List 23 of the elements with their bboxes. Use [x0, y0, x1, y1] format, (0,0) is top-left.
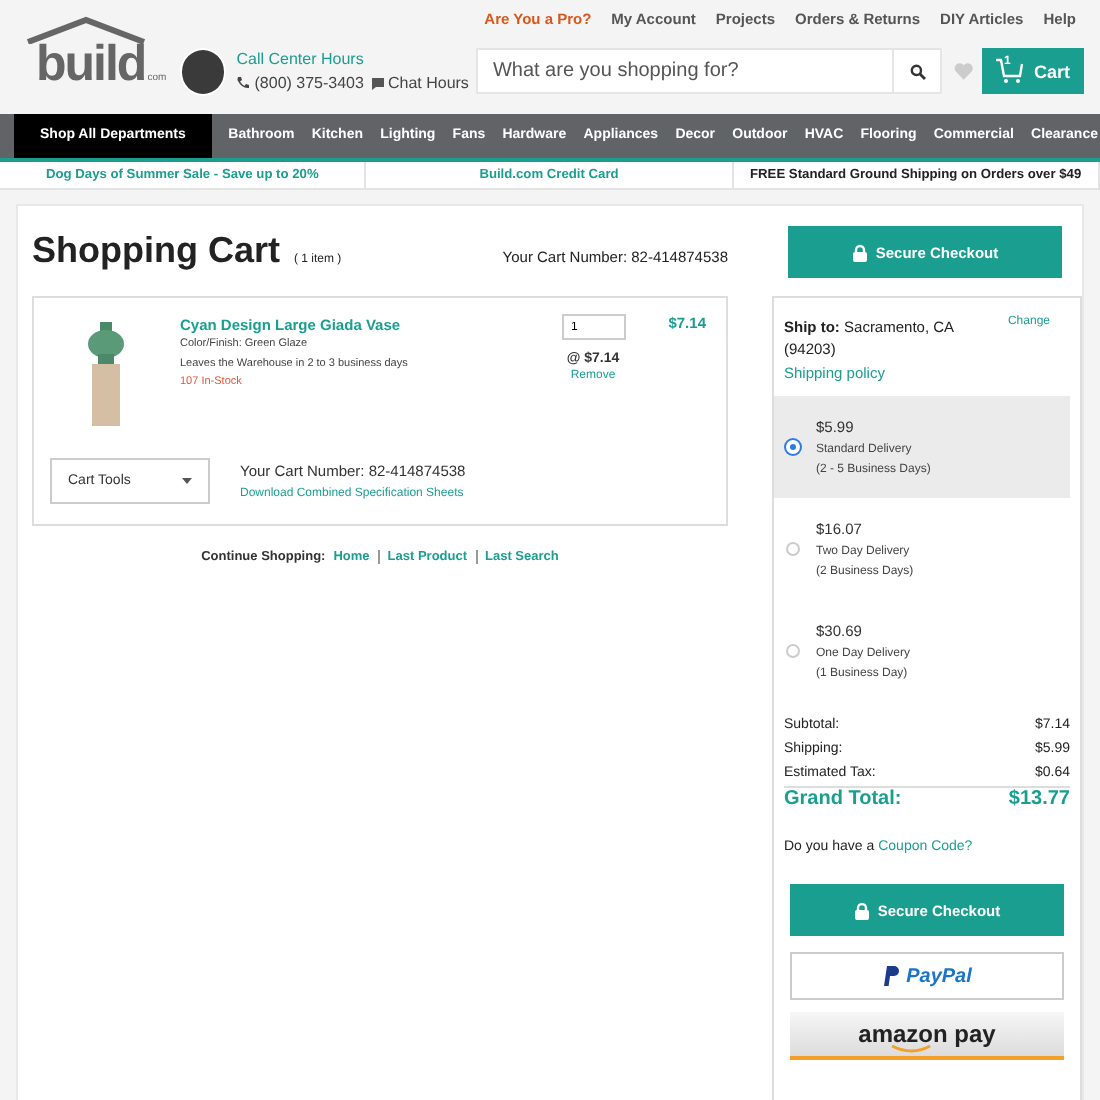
grand-total-value: $13.77 — [1008, 788, 1070, 810]
search-field[interactable]: What are you shopping for? — [476, 48, 895, 94]
paypal-p-icon — [882, 966, 901, 986]
cart-icon — [995, 58, 1024, 84]
logo[interactable]: build — [36, 39, 146, 89]
caret-icon — [182, 478, 192, 484]
paypal-button[interactable]: PayPal — [790, 952, 1064, 1000]
lock-icon — [853, 901, 870, 919]
page-title: Shopping Cart — [32, 230, 280, 272]
amazon-pay-button[interactable]: amazon pay — [790, 1012, 1064, 1060]
phone-icon — [236, 76, 251, 90]
avatar — [179, 47, 227, 95]
chat-hours-link[interactable]: Chat Hours — [387, 74, 469, 92]
phone-number: (800) 375-3403 — [254, 74, 364, 92]
house-roof-icon — [24, 15, 148, 43]
call-center-link[interactable]: Call Center Hours — [236, 50, 469, 68]
search-icon[interactable] — [909, 63, 926, 79]
grand-total-label: Grand Total: — [784, 788, 902, 810]
lock-icon — [851, 243, 868, 261]
radio-button[interactable] — [786, 542, 800, 556]
search-button[interactable] — [894, 48, 943, 94]
radio-button[interactable] — [786, 644, 800, 658]
chat-icon — [371, 77, 384, 89]
